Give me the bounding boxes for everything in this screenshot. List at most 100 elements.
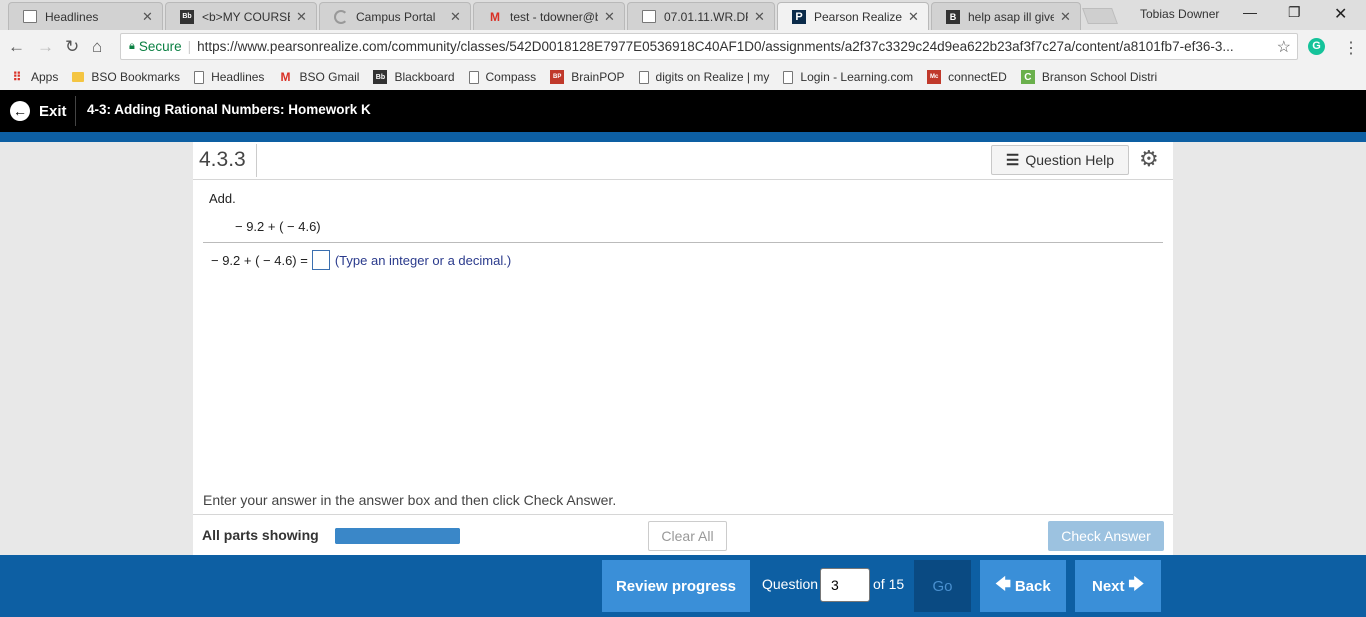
bookmark-headlines[interactable]: Headlines: [194, 70, 264, 84]
back-button[interactable]: 🡄 Back: [980, 560, 1066, 612]
arrow-left-circle-icon: ←: [10, 101, 30, 121]
divider: [256, 144, 257, 177]
reload-icon[interactable]: ↻: [65, 37, 79, 57]
bookmark-brainpop[interactable]: BP BrainPOP: [550, 70, 625, 84]
close-icon[interactable]: ✕: [296, 9, 308, 25]
divider: [75, 96, 76, 126]
bookmark-branson[interactable]: C Branson School Distri: [1020, 70, 1157, 84]
bookmark-compass[interactable]: Compass: [468, 70, 536, 84]
bookmark-digits[interactable]: digits on Realize | my: [638, 70, 770, 84]
list-icon: ☰: [1005, 152, 1020, 169]
bookmark-bso-gmail[interactable]: M BSO Gmail: [278, 70, 359, 84]
exit-button[interactable]: ← Exit: [10, 90, 67, 132]
parts-progress-bar: [335, 528, 460, 544]
bookmark-label: BSO Gmail: [299, 70, 360, 84]
footer-nav: Review progress Question 3 of 15 Go 🡄 Bac…: [0, 555, 1366, 617]
apps-grid-icon: ⠿: [12, 70, 22, 84]
blackboard-icon: Bb: [180, 9, 194, 24]
bookmark-label: BrainPOP: [571, 70, 625, 84]
forward-arrow-icon[interactable]: →: [37, 37, 54, 57]
folder-icon: [72, 72, 85, 82]
question-prompt: Add.: [209, 191, 236, 206]
exit-label: Exit: [39, 102, 67, 120]
star-icon[interactable]: ☆: [1277, 37, 1291, 57]
user-name[interactable]: Tobias Downer: [1140, 7, 1219, 21]
close-icon[interactable]: ✕: [754, 9, 766, 25]
bookmark-connected[interactable]: Mc connectED: [927, 70, 1007, 84]
browser-tab[interactable]: Campus Portal ✕: [319, 2, 471, 30]
brainly-icon: B: [946, 9, 960, 24]
secure-label: Secure: [138, 39, 182, 54]
close-icon[interactable]: ✕: [908, 9, 920, 25]
tab-title: Campus Portal: [356, 9, 436, 24]
close-icon[interactable]: ✕: [450, 9, 462, 25]
next-arrow-icon: 🡆: [1128, 575, 1145, 593]
close-icon[interactable]: ✕: [604, 9, 616, 25]
tab-title: test - tdowner@b: [510, 9, 598, 24]
progress-fill: [335, 528, 460, 544]
accent-bar: [0, 132, 1366, 142]
blackboard-icon: Bb: [373, 70, 388, 84]
tab-title: <b>MY COURSES</b>: [202, 9, 290, 24]
question-number-input[interactable]: 3: [820, 568, 870, 602]
browser-tab[interactable]: Headlines ✕: [8, 2, 163, 30]
tab-title: Headlines: [45, 9, 99, 24]
next-button[interactable]: Next 🡆: [1075, 560, 1161, 612]
browser-tab[interactable]: 07.01.11.WR.DR.C ✕: [627, 2, 775, 30]
review-progress-button[interactable]: Review progress: [602, 560, 750, 612]
clear-all-button[interactable]: Clear All: [648, 521, 727, 551]
answer-lhs: − 9.2 + ( − 4.6) =: [211, 252, 308, 268]
menu-dots-icon[interactable]: ⋮: [1343, 38, 1359, 58]
tab-title: Pearson Realize: [814, 9, 902, 24]
app-header: ← Exit 4-3: Adding Rational Numbers: Hom…: [0, 90, 1366, 132]
answer-line: − 9.2 + ( − 4.6) = (Type an integer or a…: [211, 250, 511, 270]
question-help-button[interactable]: ☰ Question Help: [991, 145, 1129, 175]
bookmark-label: Headlines: [211, 70, 265, 84]
browser-tab[interactable]: Bb <b>MY COURSES</b> ✕: [165, 2, 317, 30]
back-label: Back: [1014, 577, 1051, 595]
close-icon[interactable]: ✕: [142, 9, 154, 25]
address-bar[interactable]: 🔒︎ Secure | https://www.pearsonrealize.c…: [120, 33, 1298, 60]
answer-hint: (Type an integer or a decimal.): [334, 252, 512, 268]
bookmark-apps[interactable]: ⠿ Apps: [10, 70, 59, 84]
home-icon[interactable]: ⌂: [92, 37, 102, 57]
assignment-title: 4-3: Adding Rational Numbers: Homework K: [87, 102, 371, 117]
question-total: of 15: [873, 576, 905, 592]
loading-icon: [334, 9, 348, 24]
gmail-icon: M: [490, 9, 500, 24]
next-label: Next: [1091, 577, 1125, 595]
grammarly-icon[interactable]: G: [1308, 38, 1325, 55]
gear-icon[interactable]: ⚙: [1139, 146, 1159, 172]
question-help-label: Question Help: [1025, 152, 1115, 168]
minimize-icon[interactable]: —: [1243, 4, 1257, 20]
divider: [193, 179, 1173, 180]
question-panel: 4.3.3 ☰ Question Help ⚙ Add. − 9.2 + ( −…: [193, 142, 1173, 555]
lock-icon: 🔒︎: [129, 40, 135, 52]
bookmark-label: connectED: [948, 70, 1007, 84]
doc-icon: [194, 70, 205, 84]
restore-icon[interactable]: ❐: [1288, 4, 1301, 21]
parts-label: All parts showing: [202, 527, 319, 543]
close-icon[interactable]: ✕: [1060, 9, 1072, 25]
url-text[interactable]: https://www.pearsonrealize.com/community…: [197, 39, 1297, 54]
bookmark-learning-com[interactable]: Login - Learning.com: [783, 70, 913, 84]
browser-tab-active[interactable]: P Pearson Realize ✕: [777, 2, 929, 30]
answer-input[interactable]: [311, 250, 330, 270]
bookmarks-bar: ⠿ Apps BSO Bookmarks Headlines M BSO Gmail…: [0, 64, 1366, 90]
go-button[interactable]: Go: [914, 560, 971, 612]
bookmark-blackboard[interactable]: Bb Blackboard: [373, 70, 455, 84]
check-answer-button[interactable]: Check Answer: [1048, 521, 1164, 551]
window-close-icon[interactable]: ✕: [1334, 4, 1347, 24]
browser-tab-strip: Headlines ✕ Bb <b>MY COURSES</b> ✕ Campu…: [0, 0, 1366, 30]
browser-tab[interactable]: M test - tdowner@b ✕: [473, 2, 625, 30]
brainpop-icon: BP: [550, 70, 565, 84]
tab-title: help asap ill give: [968, 9, 1054, 24]
divider: [203, 242, 1163, 243]
browser-tab[interactable]: B help asap ill give ✕: [931, 2, 1081, 30]
new-tab-button[interactable]: [1082, 8, 1118, 24]
pearson-icon: P: [792, 9, 806, 24]
back-arrow-icon: 🡄: [995, 575, 1011, 593]
bookmark-label: digits on Realize | my: [655, 70, 770, 84]
bookmark-bso-bookmarks[interactable]: BSO Bookmarks: [72, 70, 180, 84]
back-arrow-icon[interactable]: ←: [8, 37, 25, 57]
